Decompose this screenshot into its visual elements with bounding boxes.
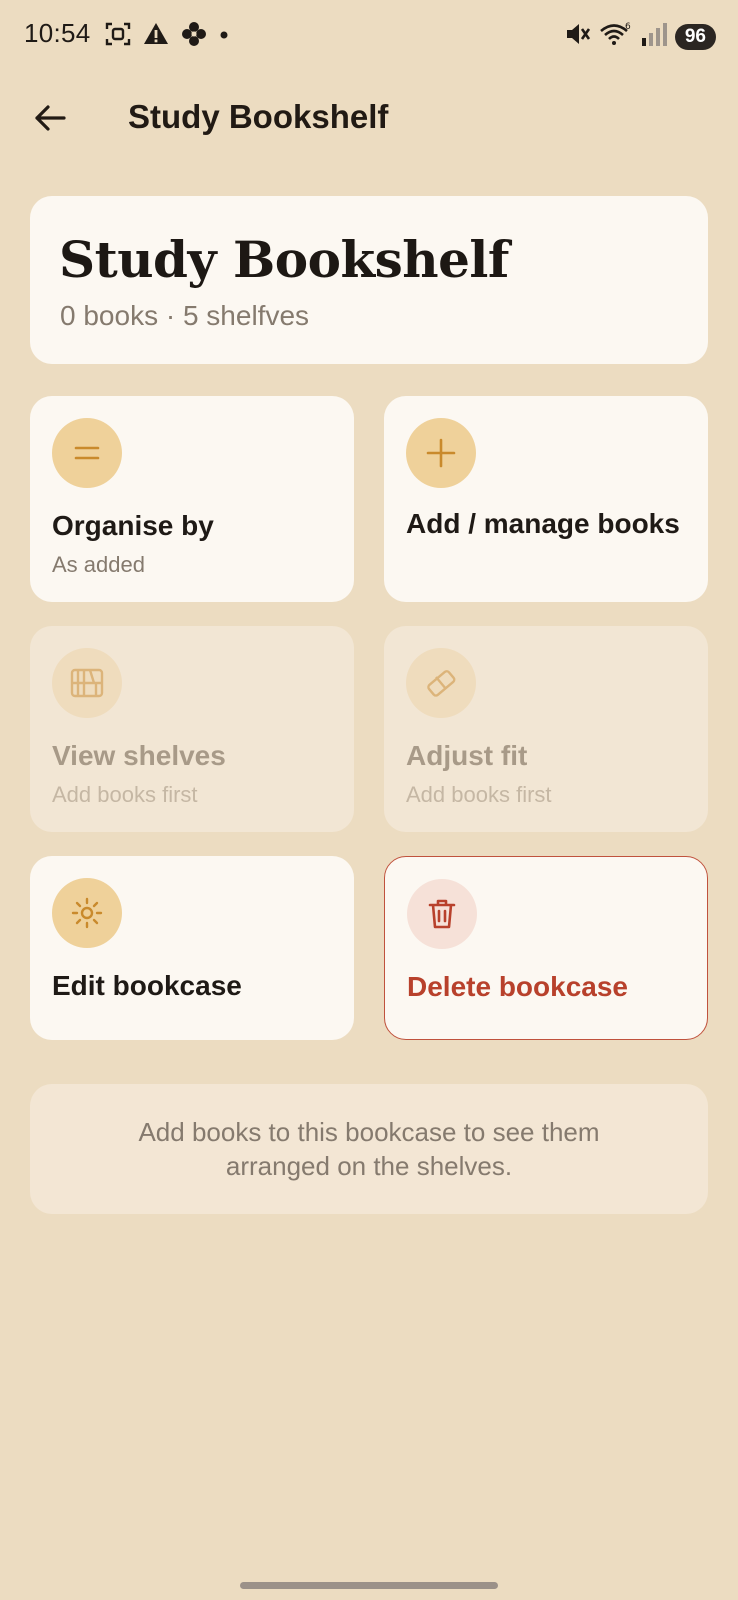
view-shelves-hint: Add books first [52,782,198,807]
view-shelves-button: View shelves Add books first [30,626,354,832]
warning-icon [142,20,170,53]
back-button[interactable] [22,90,78,146]
adjust-fit-hint: Add books first [406,782,552,807]
trash-icon [407,879,477,949]
status-time: 10:54 [24,18,91,48]
edit-bookcase-label: Edit bookcase [52,970,242,1001]
status-bar: 10:54 6 96 [0,0,738,70]
svg-text:6: 6 [625,22,631,32]
signal-icon [641,20,667,53]
flower-icon [180,20,208,53]
app-bar: Study Bookshelf [0,80,738,156]
equals-icon [52,418,122,488]
edit-bookcase-button[interactable]: Edit bookcase [30,856,354,1040]
organise-by-button[interactable]: Organise by As added [30,396,354,602]
bookcase-header-card: Study Bookshelf 0 books · 5 shelfves [30,196,708,364]
gear-icon [52,878,122,948]
adjust-fit-label: Adjust fit [406,740,528,771]
page-title: Study Bookshelf [128,98,389,135]
eraser-icon [406,648,476,718]
add-manage-books-label: Add / manage books [406,508,680,539]
plus-icon [406,418,476,488]
delete-bookcase-label: Delete bookcase [407,971,628,1002]
empty-state-text: Add books to this bookcase to see them a… [138,1117,600,1181]
organise-by-value: As added [52,552,145,577]
status-right-icons: 6 96 [563,20,716,53]
adjust-fit-button: Adjust fit Add books first [384,626,708,832]
home-indicator[interactable] [240,1582,498,1589]
empty-state-message: Add books to this bookcase to see them a… [30,1084,708,1214]
delete-bookcase-button[interactable]: Delete bookcase [384,856,708,1040]
shelf-icon [52,648,122,718]
mute-icon [563,20,591,53]
bookcase-summary: 0 books · 5 shelfves [60,300,310,331]
battery-indicator: 96 [674,23,716,50]
dot-icon [218,20,230,53]
view-shelves-label: View shelves [52,740,226,771]
screenshot-icon [104,20,132,53]
add-manage-books-button[interactable]: Add / manage books [384,396,708,602]
wifi-icon: 6 [599,20,633,53]
status-left-icons [104,20,230,53]
bookcase-title: Study Bookshelf [59,230,509,289]
organise-by-label: Organise by [52,510,214,541]
arrow-left-icon [35,105,66,131]
